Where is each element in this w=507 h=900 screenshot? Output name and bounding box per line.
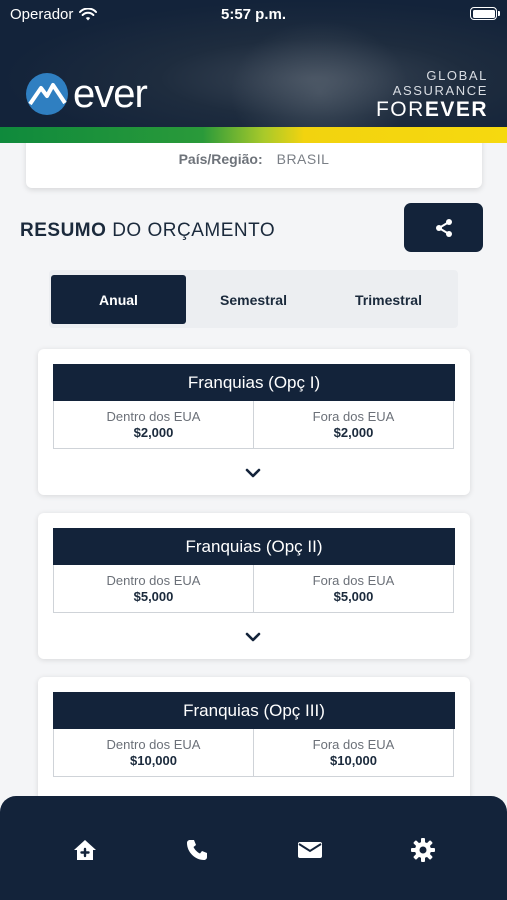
country-label: País/Região: <box>178 151 263 167</box>
battery-icon <box>470 7 500 20</box>
tagline-ever: EVER <box>424 98 488 121</box>
outside-usa-cell: Fora dos EUA $10,000 <box>253 729 453 776</box>
outside-usa-value: $10,000 <box>330 752 377 768</box>
inside-usa-cell: Dentro dos EUA $10,000 <box>54 729 253 776</box>
billing-period-tabs: Anual Semestral Trimestral <box>49 270 458 328</box>
chevron-down-icon[interactable] <box>244 467 262 479</box>
nav-settings-button[interactable] <box>409 836 437 864</box>
inside-usa-label: Dentro dos EUA <box>106 408 201 424</box>
ever-logo: ever <box>25 72 148 116</box>
nav-mail-button[interactable] <box>296 836 324 864</box>
bottom-navigation <box>0 796 507 900</box>
tagline-assurance: ASSURANCE <box>392 83 488 98</box>
tagline-forever: FOREVER <box>376 98 488 122</box>
tagline-for: FOR <box>375 98 425 121</box>
deductible-option-card: Franquias (Opç II) Dentro dos EUA $5,000… <box>38 513 470 659</box>
nav-phone-button[interactable] <box>183 836 211 864</box>
inside-usa-label: Dentro dos EUA <box>106 572 201 588</box>
app-header: Operador 5:57 p.m. ever GLOBAL ASSURANCE… <box>0 0 507 143</box>
logo-text: ever <box>73 72 148 116</box>
tab-anual[interactable]: Anual <box>51 275 186 324</box>
logo-mountain-icon <box>26 73 68 115</box>
tab-semestral[interactable]: Semestral <box>186 275 321 324</box>
share-button[interactable] <box>404 203 483 252</box>
tagline-global: GLOBAL <box>426 68 488 83</box>
option-values: Dentro dos EUA $5,000 Fora dos EUA $5,00… <box>53 565 454 613</box>
outside-usa-value: $2,000 <box>333 424 374 440</box>
summary-title-bold: RESUMO <box>20 220 107 241</box>
outside-usa-value: $5,000 <box>333 588 374 604</box>
outside-usa-label: Fora dos EUA <box>312 736 395 752</box>
brand-tagline: GLOBAL ASSURANCE FOREVER <box>376 68 488 122</box>
inside-usa-cell: Dentro dos EUA $2,000 <box>54 401 253 448</box>
inside-usa-value: $2,000 <box>133 424 174 440</box>
outside-usa-cell: Fora dos EUA $2,000 <box>253 401 453 448</box>
summary-title: RESUMO DO ORÇAMENTO <box>20 220 275 242</box>
inside-usa-value: $5,000 <box>133 588 174 604</box>
chevron-down-icon[interactable] <box>244 631 262 643</box>
phone-icon <box>187 840 207 860</box>
option-title: Franquias (Opç III) <box>53 692 455 729</box>
option-values: Dentro dos EUA $10,000 Fora dos EUA $10,… <box>53 729 454 777</box>
outside-usa-label: Fora dos EUA <box>312 408 395 424</box>
option-title: Franquias (Opç II) <box>53 528 455 565</box>
country-card: País/Região: BRASIL <box>26 136 482 188</box>
inside-usa-value: $10,000 <box>130 752 177 768</box>
status-bar: Operador 5:57 p.m. <box>0 0 507 28</box>
nav-home-button[interactable] <box>71 836 99 864</box>
status-time: 5:57 p.m. <box>220 6 287 23</box>
summary-title-rest: DO ORÇAMENTO <box>112 220 276 241</box>
tab-trimestral[interactable]: Trimestral <box>321 275 456 324</box>
share-icon <box>435 218 452 237</box>
inside-usa-label: Dentro dos EUA <box>106 736 201 752</box>
flag-color-bar <box>0 127 507 143</box>
outside-usa-cell: Fora dos EUA $5,000 <box>253 565 453 612</box>
mail-icon <box>298 842 322 858</box>
outside-usa-label: Fora dos EUA <box>312 572 395 588</box>
settings-icon <box>411 838 435 862</box>
option-title: Franquias (Opç I) <box>53 364 455 401</box>
option-values: Dentro dos EUA $2,000 Fora dos EUA $2,00… <box>53 401 454 449</box>
inside-usa-cell: Dentro dos EUA $5,000 <box>54 565 253 612</box>
home-icon <box>74 840 96 860</box>
country-value: BRASIL <box>276 151 330 167</box>
deductible-option-card: Franquias (Opç I) Dentro dos EUA $2,000 … <box>38 349 470 495</box>
